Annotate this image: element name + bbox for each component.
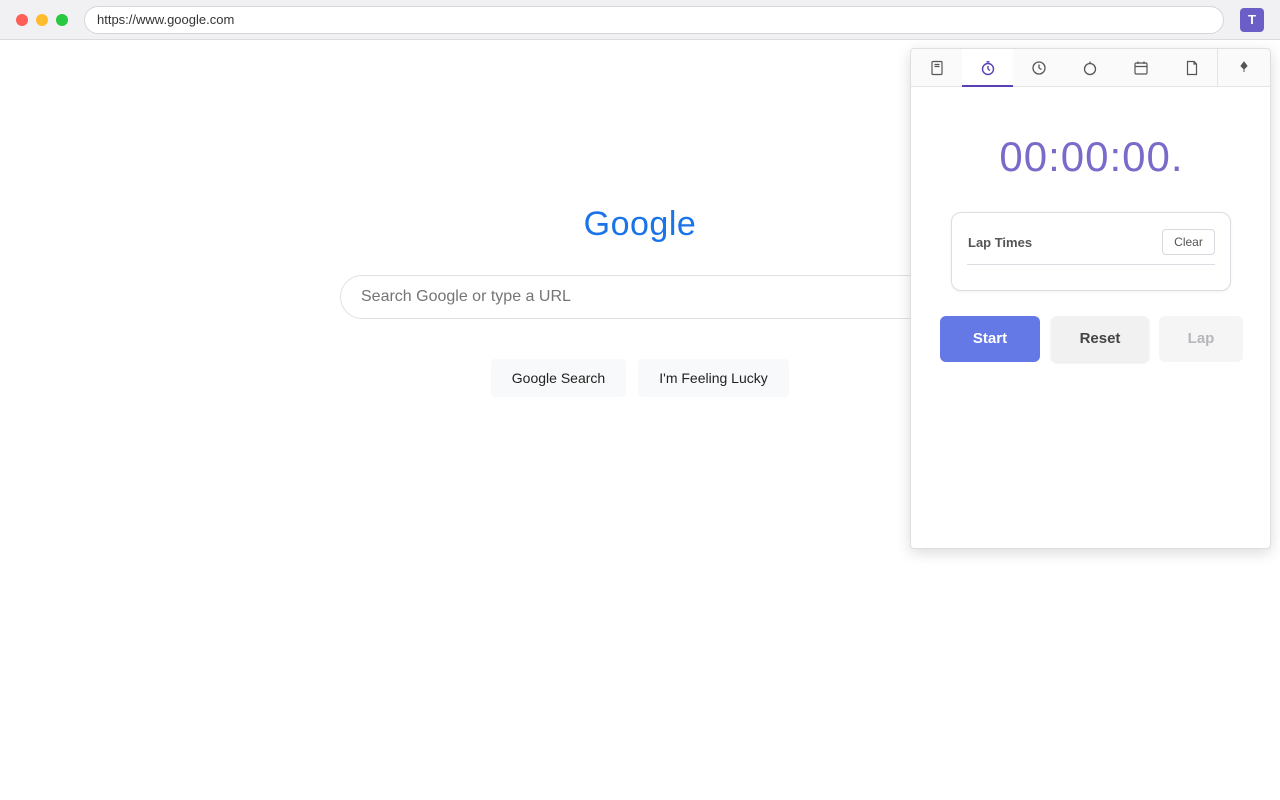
pin-icon [1239,61,1248,72]
lap-times-divider [967,264,1215,265]
tab-document[interactable] [1166,49,1217,87]
notes-icon [930,60,943,76]
tab-pin[interactable] [1217,49,1269,87]
maximize-window-button[interactable] [56,14,68,26]
feeling-lucky-button[interactable]: I'm Feeling Lucky [638,359,789,397]
popup-tab-bar [911,49,1270,87]
lap-times-panel: Lap Times Clear [951,212,1231,291]
calendar-icon [1133,61,1148,75]
timer-icon [1083,61,1096,76]
tab-clock[interactable] [1013,49,1064,87]
tab-stopwatch[interactable] [962,49,1013,87]
lap-button[interactable]: Lap [1159,316,1243,362]
clock-icon [1031,61,1046,75]
reset-button[interactable]: Reset [1051,316,1149,362]
stopwatch-icon [981,61,994,76]
stopwatch-popup: 00:00:00. Lap Times Clear Start Reset La… [910,48,1271,549]
tab-timer[interactable] [1064,49,1115,87]
lap-times-title: Lap Times [968,235,1033,250]
close-window-button[interactable] [16,14,28,26]
start-button[interactable]: Start [940,316,1040,362]
google-search-button[interactable]: Google Search [491,359,626,397]
stopwatch-display: 00:00:00. [999,133,1184,180]
document-icon [1186,60,1197,76]
extension-button[interactable]: T [1240,8,1264,32]
tab-notes[interactable] [911,49,962,87]
minimize-window-button[interactable] [36,14,48,26]
search-input[interactable]: Search Google or type a URL [340,275,940,319]
address-bar[interactable]: https://www.google.com [84,6,1224,34]
clear-laps-button[interactable]: Clear [1162,229,1215,255]
browser-toolbar: https://www.google.com T [0,0,1280,40]
tab-calendar[interactable] [1115,49,1166,87]
